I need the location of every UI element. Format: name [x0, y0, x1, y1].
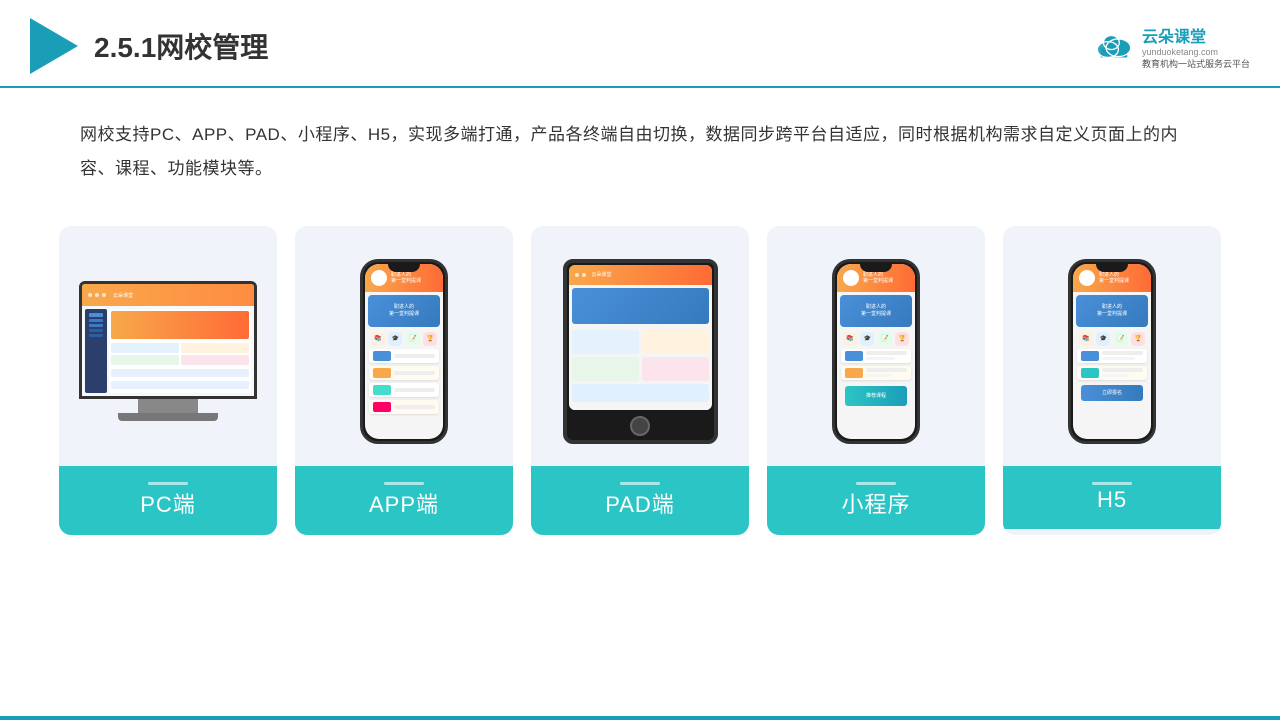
device-card-h5: 职进人的第一堂判提课 职进人的第一堂判提课 📚 🎓 📝 🏆 [1003, 226, 1221, 535]
tablet-screen: 云朵课堂 [569, 265, 712, 410]
phone-screen-h5: 职进人的第一堂判提课 职进人的第一堂判提课 📚 🎓 📝 🏆 [1073, 264, 1151, 439]
phone-mockup-h5: 职进人的第一堂判提课 职进人的第一堂判提课 📚 🎓 📝 🏆 [1068, 259, 1156, 444]
tablet-mockup: 云朵课堂 [563, 259, 718, 444]
pc-mockup: 云朵课堂 [79, 281, 257, 421]
bottom-accent-line [0, 716, 1280, 720]
device-card-pc: 云朵课堂 [59, 226, 277, 535]
phone-notch-mini [860, 262, 892, 272]
phone-notch-h5 [1096, 262, 1128, 272]
h5-label: H5 [1003, 466, 1221, 529]
phone-notch [388, 262, 420, 272]
device-card-app: 职进人的第一堂判提课 职进人的第一堂判提课 📚 🎓 📝 🏆 [295, 226, 513, 535]
logo-triangle-icon [30, 18, 78, 74]
monitor-stand [138, 399, 198, 413]
brand-slogan: 教育机构一站式服务云平台 [1142, 57, 1250, 70]
cards-container: 云朵课堂 [0, 206, 1280, 565]
tablet-home-button [630, 416, 650, 436]
header-right: 云朵课堂 yunduoketang.com 教育机构一站式服务云平台 [1092, 23, 1250, 70]
monitor-body: 云朵课堂 [79, 281, 257, 399]
brand-name: 云朵课堂 [1142, 23, 1250, 47]
phone-mockup-mini: 职进人的第一堂判提课 职进人的第一堂判提课 📚 🎓 📝 🏆 [832, 259, 920, 444]
miniprogram-label: 小程序 [767, 466, 985, 535]
brand-url: yunduoketang.com [1142, 47, 1250, 57]
phone-mockup-app: 职进人的第一堂判提课 职进人的第一堂判提课 📚 🎓 📝 🏆 [360, 259, 448, 444]
pad-image-area: 云朵课堂 [531, 226, 749, 466]
device-card-pad: 云朵课堂 PAD端 [531, 226, 749, 535]
monitor-screen: 云朵课堂 [82, 284, 254, 396]
phone-screen-mini: 职进人的第一堂判提课 职进人的第一堂判提课 📚 🎓 📝 🏆 [837, 264, 915, 439]
pc-label: PC端 [59, 466, 277, 535]
app-image-area: 职进人的第一堂判提课 职进人的第一堂判提课 📚 🎓 📝 🏆 [295, 226, 513, 466]
page-title: 2.5.1网校管理 [94, 26, 268, 66]
h5-image-area: 职进人的第一堂判提课 职进人的第一堂判提课 📚 🎓 📝 🏆 [1003, 226, 1221, 466]
description-text: 网校支持PC、APP、PAD、小程序、H5，实现多端打通，产品各终端自由切换，数… [0, 88, 1280, 206]
header: 2.5.1网校管理 云朵课堂 yunduoketang.com 教育机构一站 [0, 0, 1280, 88]
device-card-miniprogram: 职进人的第一堂判提课 职进人的第一堂判提课 📚 🎓 📝 🏆 [767, 226, 985, 535]
brand-logo: 云朵课堂 yunduoketang.com 教育机构一站式服务云平台 [1092, 23, 1250, 70]
pad-label: PAD端 [531, 466, 749, 535]
miniprogram-image-area: 职进人的第一堂判提课 职进人的第一堂判提课 📚 🎓 📝 🏆 [767, 226, 985, 466]
monitor-base [118, 413, 218, 421]
header-left: 2.5.1网校管理 [30, 18, 268, 74]
phone-screen-app: 职进人的第一堂判提课 职进人的第一堂判提课 📚 🎓 📝 🏆 [365, 264, 443, 439]
pc-image-area: 云朵课堂 [59, 226, 277, 466]
app-label: APP端 [295, 466, 513, 535]
brand-text-block: 云朵课堂 yunduoketang.com 教育机构一站式服务云平台 [1142, 23, 1250, 70]
cloud-icon [1092, 30, 1136, 62]
